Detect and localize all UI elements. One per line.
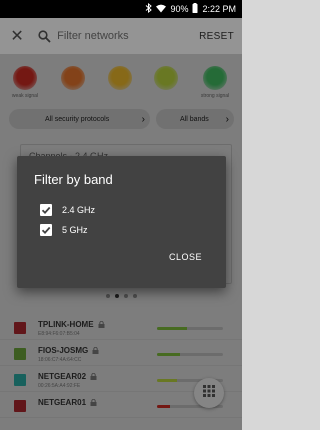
clock: 2:22 PM <box>202 4 236 14</box>
band-option-label: 5 GHz <box>62 225 88 235</box>
filter-band-dialog: Filter by band 2.4 GHz 5 GHz CLOSE <box>17 156 226 288</box>
status-bar: 90% 2:22 PM <box>0 0 242 18</box>
dialog-title: Filter by band <box>34 172 113 187</box>
close-button[interactable]: CLOSE <box>169 252 202 262</box>
bluetooth-icon <box>145 2 153 15</box>
checkbox-checked-icon[interactable] <box>40 204 52 216</box>
battery-icon <box>192 3 198 15</box>
band-option-2-4ghz[interactable]: 2.4 GHz <box>40 203 95 217</box>
checkbox-checked-icon[interactable] <box>40 224 52 236</box>
wifi-icon <box>156 4 167 15</box>
band-option-5ghz[interactable]: 5 GHz <box>40 223 88 237</box>
band-option-label: 2.4 GHz <box>62 205 96 215</box>
battery-percent: 90% <box>170 4 189 14</box>
